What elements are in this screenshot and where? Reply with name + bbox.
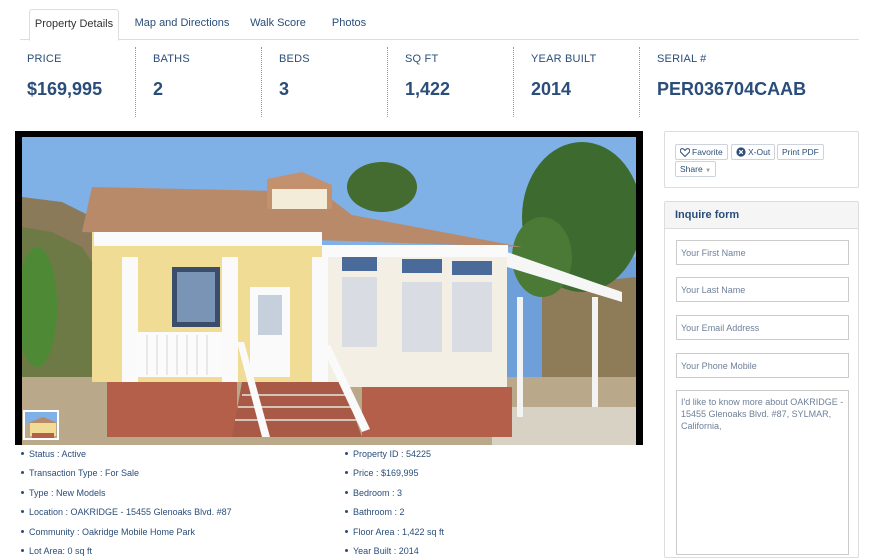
last-name-field[interactable]: [676, 277, 849, 302]
list-item: Lot Area: 0 sq ft: [20, 544, 330, 558]
stat-value: 2014: [531, 79, 572, 99]
tab-map-and-directions[interactable]: Map and Directions: [132, 9, 232, 40]
print-pdf-button[interactable]: Print PDF: [777, 144, 824, 160]
list-item: Bathroom : 2: [344, 505, 644, 524]
heart-icon: [679, 147, 692, 158]
phone-field[interactable]: [676, 353, 849, 378]
list-item: Price : $169,995: [344, 466, 644, 485]
stat-value: 3: [279, 79, 290, 99]
x-circle-icon: [736, 147, 748, 157]
stat-beds: BEDS 3: [261, 47, 387, 117]
list-item: Bedroom : 3: [344, 486, 644, 505]
inquire-form: Inquire form I'd like to know more about…: [664, 201, 859, 558]
action-panel: Favorite X-Out Print PDF Share ▼: [664, 131, 859, 188]
photo-thumbnail[interactable]: [23, 410, 59, 440]
list-item: Floor Area : 1,422 sq ft: [344, 525, 644, 544]
share-button[interactable]: Share ▼: [675, 161, 717, 177]
stat-label: BATHS: [153, 53, 190, 65]
property-photo[interactable]: [22, 137, 636, 445]
tab-walk-score[interactable]: Walk Score: [246, 9, 310, 40]
favorite-button[interactable]: Favorite: [675, 144, 728, 160]
summary-stats: PRICE $169,995 BATHS 2 BEDS 3 SQ FT 1,42…: [20, 47, 859, 117]
details-left-list: Status : Active Transaction Type : For S…: [20, 447, 330, 558]
x-out-label: X-Out: [748, 147, 771, 157]
email-field[interactable]: [676, 315, 849, 340]
x-out-button[interactable]: X-Out: [731, 144, 776, 160]
stat-price: PRICE $169,995: [20, 47, 135, 117]
stat-sqft: SQ FT 1,422: [387, 47, 513, 117]
share-label: Share: [680, 164, 703, 174]
tab-photos[interactable]: Photos: [324, 9, 374, 40]
favorite-label: Favorite: [692, 147, 723, 157]
stat-serial: SERIAL # PER036704CAAB: [639, 47, 859, 117]
tab-bar: Property Details Map and Directions Walk…: [20, 0, 859, 41]
list-item: Location : OAKRIDGE - 15455 Glenoaks Blv…: [20, 505, 330, 524]
list-item: Status : Active: [20, 447, 330, 466]
stat-label: PRICE: [27, 53, 62, 65]
list-item: Type : New Models: [20, 486, 330, 505]
stat-value: PER036704CAAB: [657, 79, 807, 99]
list-item: Property ID : 54225: [344, 447, 644, 466]
list-item: Year Built : 2014: [344, 544, 644, 558]
first-name-field[interactable]: [676, 240, 849, 265]
stat-label: BEDS: [279, 53, 310, 65]
property-photo-frame: [15, 131, 643, 445]
tab-property-details[interactable]: Property Details: [29, 9, 119, 41]
stat-label: SERIAL #: [657, 53, 707, 65]
stat-value: $169,995: [27, 79, 103, 99]
stat-baths: BATHS 2: [135, 47, 261, 117]
stat-value: 1,422: [405, 79, 451, 99]
details-right-list: Property ID : 54225 Price : $169,995 Bed…: [344, 447, 644, 558]
stat-label: SQ FT: [405, 53, 439, 65]
stat-label: YEAR BUILT: [531, 53, 597, 65]
chevron-down-icon: ▼: [705, 168, 712, 174]
message-field[interactable]: I'd like to know more about OAKRIDGE - 1…: [676, 390, 849, 555]
stat-value: 2: [153, 79, 164, 99]
list-item: Community : Oakridge Mobile Home Park: [20, 525, 330, 544]
stat-year-built: YEAR BUILT 2014: [513, 47, 639, 117]
list-item: Transaction Type : For Sale: [20, 466, 330, 485]
inquire-form-title: Inquire form: [665, 202, 858, 229]
